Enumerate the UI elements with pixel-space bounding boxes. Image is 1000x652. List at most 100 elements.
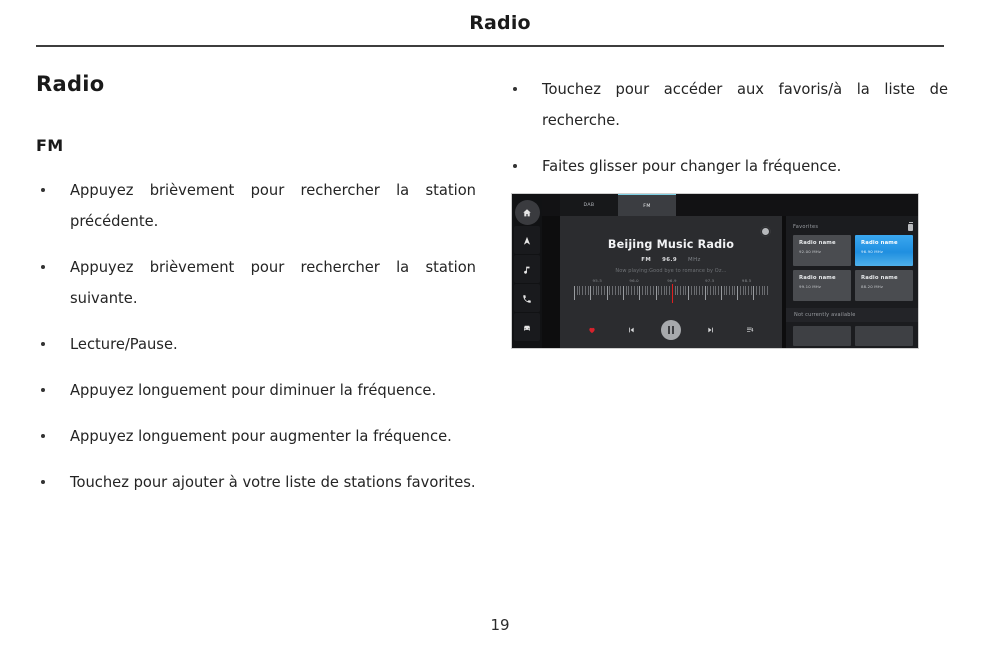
favorite-tile-frequency: 99.10 MHz [799, 284, 822, 289]
list-item: Appuyez longuement pour augmenter la fré… [36, 421, 476, 452]
sidebar-item-home[interactable] [514, 200, 540, 225]
dial-tick [622, 286, 624, 300]
sidebar-item-media[interactable] [514, 255, 540, 283]
dial-tick [639, 286, 640, 300]
previous-track-icon[interactable] [622, 321, 640, 339]
favorite-tile-placeholder[interactable] [855, 326, 913, 346]
favorite-tile[interactable]: Radio name 88.20 MHz [855, 270, 913, 301]
header-divider [36, 45, 944, 47]
dial-tick [641, 286, 643, 295]
dial-tick [601, 286, 602, 295]
favorite-tile-selected[interactable]: Radio name 96.90 MHz [855, 235, 913, 266]
gear-icon[interactable] [762, 228, 769, 235]
music-note-icon [522, 260, 532, 279]
dial-tick [720, 286, 722, 300]
dial-tick [764, 286, 765, 295]
dial-tick-label: 97.5 [705, 278, 715, 283]
pause-bars [667, 326, 674, 334]
dial-tick [661, 286, 662, 295]
dial-tick [701, 286, 703, 295]
dial-tick [734, 286, 736, 295]
dial-tick [606, 286, 608, 300]
favorite-tile-frequency: 96.90 MHz [861, 249, 884, 254]
favorite-tile-name: Radio name [861, 240, 898, 246]
station-list-icon[interactable] [741, 321, 759, 339]
list-item: Appuyez longuement pour diminuer la fréq… [36, 375, 476, 406]
tab-dab-label: DAB [583, 202, 595, 208]
dial-tick [655, 286, 657, 300]
dial-tick [598, 286, 600, 295]
list-item: Appuyez brièvement pour rechercher la st… [36, 252, 476, 314]
dial-tick [633, 286, 635, 295]
dial-tick [628, 286, 630, 295]
dial-tick [595, 286, 597, 295]
dial-tick [663, 286, 665, 295]
dial-tick [650, 286, 651, 295]
dial-tick [587, 286, 589, 295]
frequency-unit: MHz [688, 257, 701, 263]
favorites-status-text: Not currently available [786, 308, 918, 322]
dial-tick [731, 286, 733, 295]
dial-tick [753, 286, 755, 300]
page-footer: 19 [0, 616, 1000, 634]
dial-tick [682, 286, 684, 295]
pause-icon[interactable] [660, 320, 681, 340]
left-column: Radio FM Appuyez brièvement pour recherc… [36, 72, 476, 513]
dial-tick [748, 286, 749, 295]
dial-tick [590, 286, 591, 300]
section-heading-radio: Radio [36, 72, 105, 96]
frequency-dial[interactable]: 95.5 96.0 96.9 97.5 98.5 [574, 278, 768, 304]
list-item: Touchez pour ajouter à votre liste de st… [36, 467, 476, 498]
dial-tick [680, 286, 681, 295]
tab-fm[interactable]: FM [618, 194, 676, 217]
dial-tick [579, 286, 581, 295]
dial-tick [625, 286, 627, 295]
dial-needle[interactable] [671, 284, 674, 303]
dial-tick [712, 286, 714, 295]
dial-tick [609, 286, 611, 295]
phone-icon [522, 289, 532, 308]
trash-icon[interactable] [908, 221, 913, 231]
station-name: Beijing Music Radio [607, 238, 735, 251]
favorite-tile-frequency: 92.00 MHz [799, 249, 822, 254]
dial-tick [718, 286, 719, 295]
dial-tick [631, 286, 632, 295]
tab-dab[interactable]: DAB [560, 194, 618, 216]
dial-tick-label: 98.5 [741, 278, 752, 283]
infotainment-screenshot-figure: DAB FM Beijing Music Radio FM 96.9 MHz Now… [511, 193, 919, 349]
favorite-heart-icon[interactable] [583, 321, 601, 339]
next-track-icon[interactable] [702, 321, 720, 339]
dial-tick [576, 286, 578, 295]
sidebar-item-navigation[interactable] [514, 226, 540, 254]
navigation-icon [522, 231, 532, 250]
dial-tick [674, 286, 676, 295]
favorites-header: Favorites [793, 221, 913, 232]
dial-tick [704, 286, 706, 300]
home-icon [522, 203, 532, 222]
dial-tick [677, 286, 678, 295]
dial-tick [742, 286, 744, 295]
sidebar-item-phone[interactable] [514, 284, 540, 312]
tab-fm-label: FM [643, 203, 651, 209]
dial-tick [696, 286, 698, 295]
dial-tick [767, 286, 768, 295]
frequency-value: 96.9 [662, 257, 678, 263]
dial-tick [758, 286, 760, 295]
transport-controls [572, 318, 770, 342]
sidebar-item-vehicle[interactable] [514, 313, 540, 341]
dial-tick [593, 286, 594, 295]
device-tabbar: DAB FM [542, 194, 918, 217]
favorite-tile-placeholder[interactable] [793, 326, 851, 346]
dial-tick [666, 286, 668, 295]
favorite-tile[interactable]: Radio name 99.10 MHz [793, 270, 851, 301]
dial-tick [745, 286, 746, 295]
favorite-tile[interactable]: Radio name 92.00 MHz [793, 235, 851, 266]
dial-tick [612, 286, 613, 295]
dial-tick [739, 286, 741, 295]
dial-tick [574, 286, 575, 300]
band-label: FM [641, 257, 652, 263]
dial-tick [658, 286, 659, 295]
dial-tick [761, 286, 763, 295]
dial-tick [723, 286, 725, 295]
dial-tick [652, 286, 654, 295]
